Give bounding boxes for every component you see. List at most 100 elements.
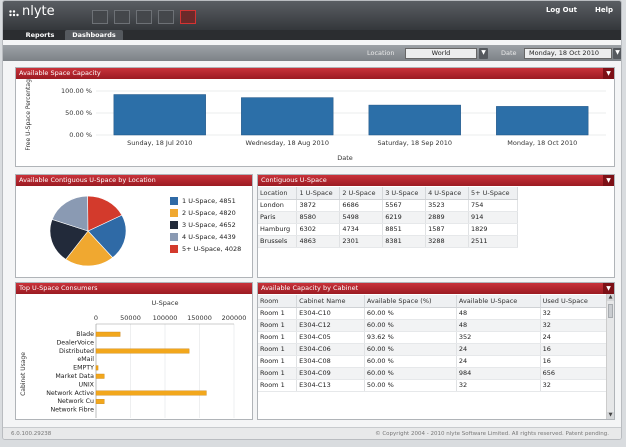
capacity-bar[interactable]: [496, 106, 589, 136]
table-cell: 4863: [296, 235, 341, 248]
tab-dashboards[interactable]: Dashboards: [65, 30, 123, 40]
table-header-row: Location 1 U-Space 2 U-Space 3 U-Space 4 U-S…: [258, 187, 519, 200]
table-row[interactable]: London 3872 6686 5567 3523 754: [258, 199, 519, 212]
legend-swatch: [170, 209, 178, 217]
tab-bar: Reports Dashboards: [3, 30, 621, 40]
import-icon[interactable]: [136, 10, 152, 24]
capacity-bar[interactable]: [368, 104, 461, 136]
column-header[interactable]: 3 U-Space: [382, 187, 427, 200]
top-consumers-panel: Top U-Space Consumers U-Space 0 50000 10000…: [15, 282, 253, 420]
scroll-up-icon[interactable]: ▲: [607, 294, 614, 301]
table-cell: E304-C13: [296, 379, 365, 392]
y-tick-label: eMail: [77, 356, 94, 363]
table-cell: 352: [456, 331, 541, 344]
legend-label: 4 U-Space, 4439: [182, 233, 236, 241]
column-header[interactable]: 4 U-Space: [425, 187, 469, 200]
y-tick-label: Blade: [76, 331, 94, 338]
consumer-bar[interactable]: [95, 348, 190, 354]
table-cell: Room 1: [258, 355, 298, 368]
location-select[interactable]: World: [405, 48, 477, 59]
column-header[interactable]: Used U-Space: [540, 295, 608, 308]
table-row[interactable]: Brussels 4863 2301 8381 3288 2511: [258, 235, 519, 248]
table-cell: 16: [540, 343, 608, 356]
column-header[interactable]: Available Space (%): [364, 295, 457, 308]
logo-icon: [9, 10, 19, 17]
consumer-bar[interactable]: [95, 331, 121, 337]
table-cell: 1829: [468, 223, 519, 236]
y-tick-label: Network Cu: [57, 398, 94, 405]
y-axis-label: Free U-Space Percentage: [25, 79, 32, 151]
column-header[interactable]: Location: [258, 187, 298, 200]
table-cell: London: [258, 199, 298, 212]
collapse-icon[interactable]: ▼: [603, 68, 614, 79]
table-cell: 656: [540, 367, 608, 380]
logout-link[interactable]: Log Out: [546, 6, 577, 14]
table-row[interactable]: Room 1 E304-C09 60.00 % 984 656: [258, 367, 608, 380]
y-tick-label: 50.00 %: [65, 109, 92, 117]
table-cell: 754: [468, 199, 519, 212]
panel-title: Available Contiguous U-Space by Location: [16, 175, 252, 186]
column-header[interactable]: 5+ U-Space: [468, 187, 519, 200]
version-text: 6.0.100.29238: [11, 431, 52, 437]
legend-label: 5+ U-Space, 4028: [182, 245, 242, 253]
column-header[interactable]: 2 U-Space: [339, 187, 384, 200]
date-select[interactable]: Monday, 18 Oct 2010: [524, 48, 612, 59]
scroll-thumb[interactable]: [608, 304, 613, 318]
bar-chart-icon[interactable]: [180, 10, 196, 24]
date-dropdown-icon[interactable]: ▼: [613, 48, 621, 59]
y-tick-label: Network Active: [46, 390, 94, 397]
tree-icon[interactable]: [158, 10, 174, 24]
table-row[interactable]: Room 1 E304-C12 60.00 % 48 32: [258, 319, 608, 332]
table-scrollbar[interactable]: ▲ ▼: [606, 294, 614, 419]
table-row[interactable]: Room 1 E304-C05 93.62 % 352 24: [258, 331, 608, 344]
consumer-bar[interactable]: [95, 390, 207, 396]
column-header[interactable]: 1 U-Space: [296, 187, 341, 200]
tab-reports[interactable]: Reports: [17, 30, 63, 40]
consumer-bar[interactable]: [95, 365, 99, 371]
contiguous-pie-chart: [49, 195, 127, 267]
consumer-bar[interactable]: [95, 373, 105, 379]
location-label: Location: [367, 49, 395, 57]
y-tick-label: Market Data: [55, 373, 94, 380]
table-row[interactable]: Paris 8580 5498 6219 2889 914: [258, 211, 519, 224]
grid-icon[interactable]: [92, 10, 108, 24]
table-icon[interactable]: [114, 10, 130, 24]
table-row[interactable]: Hamburg 6302 4734 8851 1587 1829: [258, 223, 519, 236]
x-tick-label: 50000: [120, 314, 141, 322]
collapse-icon[interactable]: ▼: [603, 175, 614, 186]
scroll-down-icon[interactable]: ▼: [607, 412, 614, 419]
y-axis-label: Cabinet Usage: [20, 352, 27, 396]
column-header[interactable]: Cabinet Name: [296, 295, 365, 308]
x-axis-label: Date: [337, 154, 353, 162]
legend-swatch: [170, 233, 178, 241]
capacity-bar[interactable]: [241, 97, 334, 136]
y-tick-label: DealerVoice: [56, 339, 94, 346]
location-dropdown-icon[interactable]: ▼: [479, 48, 488, 59]
table-cell: 24: [456, 343, 541, 356]
column-header[interactable]: Room: [258, 295, 298, 308]
capacity-bar[interactable]: [113, 94, 206, 136]
contiguous-table-wrap: Location 1 U-Space 2 U-Space 3 U-Space 4 U-S…: [258, 187, 519, 248]
panel-title: Available Space Capacity: [16, 68, 614, 79]
table-cell: 3523: [425, 199, 469, 212]
help-link[interactable]: Help: [595, 6, 613, 14]
table-cell: 8851: [382, 223, 427, 236]
table-cell: 32: [540, 379, 608, 392]
app-logo[interactable]: nlyte: [22, 4, 55, 19]
x-tick-label: 0: [94, 314, 98, 322]
table-cell: Room 1: [258, 367, 298, 380]
table-cell: 93.62 %: [364, 331, 457, 344]
y-tick-label: EMPTY: [73, 365, 94, 372]
panel-title: Available Capacity by Cabinet: [258, 283, 614, 294]
legend-swatch: [170, 221, 178, 229]
table-cell: 24: [540, 331, 608, 344]
table-row[interactable]: Room 1 E304-C08 60.00 % 24 16: [258, 355, 608, 368]
table-row[interactable]: Room 1 E304-C06 60.00 % 24 16: [258, 343, 608, 356]
consumer-bar[interactable]: [95, 398, 105, 404]
column-header[interactable]: Available U-Space: [456, 295, 541, 308]
collapse-icon[interactable]: ▼: [603, 283, 614, 294]
capacity-cabinet-table: Room Cabinet Name Available Space (%) Avail…: [258, 295, 608, 392]
table-row[interactable]: Room 1 E304-C10 60.00 % 48 32: [258, 307, 608, 320]
table-row[interactable]: Room 1 E304-C13 50.00 % 32 32: [258, 379, 608, 392]
x-tick-label: Sunday, 18 Jul 2010: [127, 139, 192, 147]
